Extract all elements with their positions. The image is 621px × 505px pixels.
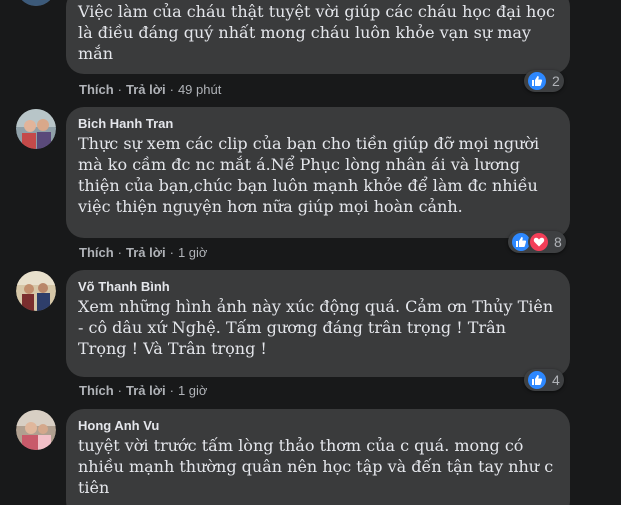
comment-text: tuyệt vời trước tấm lòng thảo thơm của c… [78,436,554,497]
reaction-count: 2 [552,73,560,89]
like-button[interactable]: Thích [79,245,114,260]
reply-button[interactable]: Trả lời [126,383,166,398]
comment-author[interactable]: Hong Anh Vu [78,417,558,434]
comment-bubble: Bich Hanh Tran Thực sự xem các clip của … [66,107,570,238]
comment-actions: Thích · Trả lời · 1 giờ [79,245,208,260]
comment-text: Xem những hình ảnh này xúc động quá. Cảm… [78,297,554,358]
comment-text: Thực sự xem các clip của bạn cho tiền gi… [78,134,540,216]
comment-bubble: Việc làm của cháu thật tuyệt vời giúp cá… [66,0,570,74]
love-reaction-icon [528,231,550,253]
reply-button[interactable]: Trả lời [126,245,166,260]
reaction-count: 8 [554,234,562,250]
reaction-summary[interactable]: 8 [508,231,566,253]
comment-author[interactable]: Bich Hanh Tran [78,115,558,132]
reply-button[interactable]: Trả lời [126,82,166,97]
comment-text: Việc làm của cháu thật tuyệt vời giúp cá… [78,2,555,63]
reaction-summary[interactable]: 2 [524,70,564,92]
timestamp[interactable]: 49 phút [178,82,221,97]
like-button[interactable]: Thích [79,82,114,97]
comment-feed: Việc làm của cháu thật tuyệt vời giúp cá… [0,0,621,505]
reaction-count: 4 [552,372,560,388]
like-reaction-icon [526,369,548,391]
timestamp[interactable]: 1 giờ [178,383,208,398]
timestamp[interactable]: 1 giờ [178,245,208,260]
like-button[interactable]: Thích [79,383,114,398]
avatar[interactable] [16,271,56,311]
avatar[interactable] [16,109,56,149]
comment-bubble: Võ Thanh Bình Xem những hình ảnh này xúc… [66,270,570,377]
reaction-summary[interactable]: 4 [524,369,564,391]
comment-actions: Thích · Trả lời · 49 phút [79,82,222,97]
comment-actions: Thích · Trả lời · 1 giờ [79,383,208,398]
comment-author[interactable]: Võ Thanh Bình [78,278,558,295]
avatar[interactable] [16,410,56,450]
like-reaction-icon [526,70,548,92]
comment-bubble: Hong Anh Vu tuyệt vời trước tấm lòng thả… [66,409,570,505]
avatar[interactable] [16,0,56,6]
